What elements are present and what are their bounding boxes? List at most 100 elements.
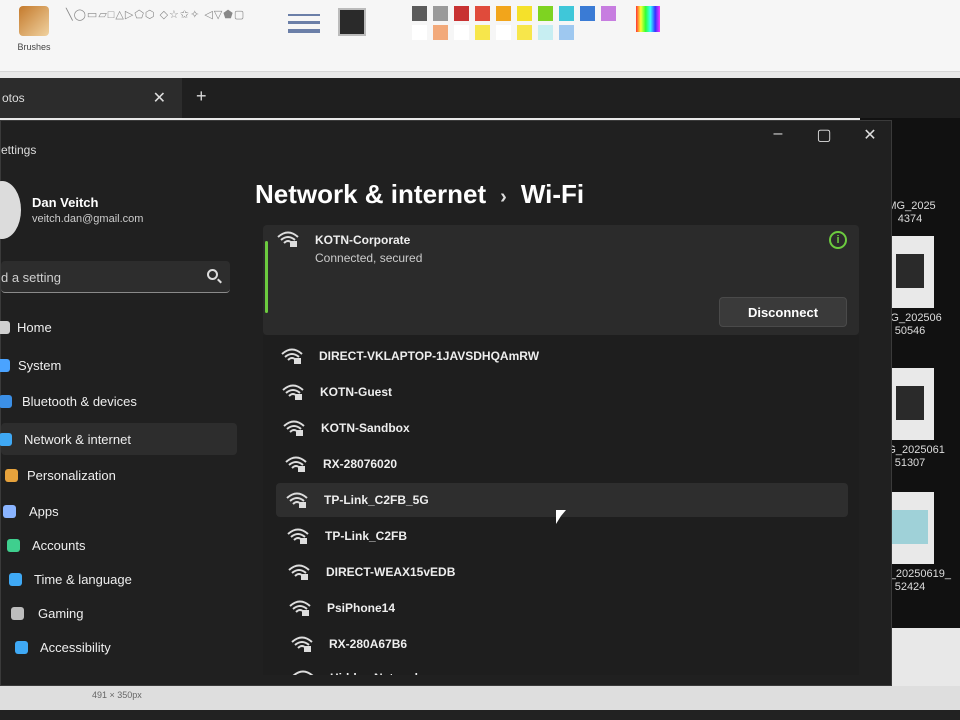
wifi-secured-icon xyxy=(292,670,314,675)
brush-icon xyxy=(19,6,49,36)
search-icon[interactable] xyxy=(207,269,218,280)
network-item[interactable]: KOTN-Sandbox xyxy=(273,411,845,445)
color-swatch[interactable] xyxy=(559,6,574,21)
connection-status: Connected, secured xyxy=(315,251,423,265)
wifi-secured-icon xyxy=(288,564,310,580)
system-icon xyxy=(0,358,10,372)
color-swatch[interactable] xyxy=(496,25,511,40)
chevron-right-icon: › xyxy=(500,186,507,208)
color-swatch[interactable] xyxy=(517,6,532,21)
wifi-icon xyxy=(0,432,12,446)
close-tab-icon[interactable]: ✕ xyxy=(153,88,166,108)
color-swatch[interactable] xyxy=(475,25,490,40)
apps-icon xyxy=(3,504,16,518)
person-icon xyxy=(7,538,20,552)
sidebar-item-label: Network & internet xyxy=(24,431,131,447)
breadcrumb: Network & internet › Wi-Fi xyxy=(255,179,584,210)
shapes-gallery[interactable]: ╲◯▭▱□△▷⬠⬡ ◇☆✩✧ ◁▽⬟▢ xyxy=(66,6,266,64)
profile-email: veitch.dan@gmail.com xyxy=(32,213,144,225)
sidebar-item-accounts[interactable]: Accounts xyxy=(1,529,237,561)
taskbar xyxy=(0,710,960,720)
color-swatch[interactable] xyxy=(454,25,469,40)
sidebar-item-network-internet[interactable]: Network & internet xyxy=(0,423,237,455)
color-swatch[interactable] xyxy=(517,25,532,40)
network-item[interactable]: Hidden Network xyxy=(282,661,854,675)
sidebar-item-personalization[interactable]: Personalization xyxy=(1,459,237,491)
color-swatch[interactable] xyxy=(538,6,553,21)
color-swatch[interactable] xyxy=(433,6,448,21)
network-item[interactable]: PsiPhone14 xyxy=(279,591,851,625)
sidebar-item-time-language[interactable]: Time & language xyxy=(1,563,237,595)
network-name: TP-Link_C2FB_5G xyxy=(324,493,429,507)
wifi-secured-icon xyxy=(287,528,309,544)
minimize-icon[interactable]: – xyxy=(763,125,793,143)
sidebar-item-accessibility[interactable]: Accessibility xyxy=(1,631,237,663)
brushes-button[interactable]: Brushes xyxy=(12,6,56,52)
sidebar-item-label: Time & language xyxy=(34,571,132,587)
sidebar-item-label: Personalization xyxy=(27,467,116,483)
bluetooth-icon xyxy=(0,394,12,408)
photos-tab-bar: otos ✕ + xyxy=(0,78,960,118)
sidebar-item-label: Apps xyxy=(29,503,59,519)
avatar xyxy=(0,181,21,239)
color-swatch[interactable] xyxy=(412,25,427,40)
color-swatch[interactable] xyxy=(601,6,616,21)
accessibility-icon xyxy=(15,640,28,654)
sidebar-item-label: Bluetooth & devices xyxy=(22,393,137,409)
wifi-secured-icon xyxy=(286,492,308,508)
home-icon xyxy=(0,320,10,334)
network-item[interactable]: DIRECT-VKLAPTOP-1JAVSDHQAmRW xyxy=(271,339,843,373)
wifi-secured-icon xyxy=(282,384,304,400)
network-item[interactable]: KOTN-Guest xyxy=(272,375,844,409)
thumbnail-image xyxy=(886,236,934,308)
settings-window: ettings – ▢ ✕ Dan Veitch veitch.dan@gmai… xyxy=(0,120,892,686)
thumbnail-image xyxy=(886,492,934,564)
brushes-label: Brushes xyxy=(17,42,51,52)
sidebar-item-label: Gaming xyxy=(38,605,84,621)
color-palette[interactable] xyxy=(412,6,628,40)
paint-ribbon: Brushes ╲◯▭▱□△▷⬠⬡ ◇☆✩✧ ◁▽⬟▢ xyxy=(0,0,960,72)
network-item[interactable]: DIRECT-WEAX15vEDB xyxy=(278,555,850,589)
network-name: KOTN-Sandbox xyxy=(321,421,410,435)
size-selector[interactable] xyxy=(288,14,320,38)
wifi-secured-icon xyxy=(281,348,303,364)
new-tab-icon[interactable]: + xyxy=(196,86,207,107)
connected-network-card[interactable]: KOTN-Corporate Connected, secured i Disc… xyxy=(263,225,859,335)
wifi-secured-icon xyxy=(277,231,299,247)
color-swatch[interactable] xyxy=(412,6,427,21)
edit-colors-button[interactable] xyxy=(636,6,660,32)
network-name: DIRECT-WEAX15vEDB xyxy=(326,565,456,579)
network-item[interactable]: TP-Link_C2FB xyxy=(277,519,849,553)
network-name: RX-280A67B6 xyxy=(329,637,408,651)
color-swatch[interactable] xyxy=(559,25,574,40)
thumbnail-image xyxy=(886,368,934,440)
sidebar-item-apps[interactable]: Apps xyxy=(1,495,237,527)
profile-name: Dan Veitch xyxy=(32,195,99,210)
maximize-icon[interactable]: ▢ xyxy=(809,125,839,145)
user-profile[interactable]: Dan Veitch veitch.dan@gmail.com xyxy=(0,181,241,241)
network-name: PsiPhone14 xyxy=(327,601,396,615)
color-swatch[interactable] xyxy=(475,6,490,21)
color-swatch[interactable] xyxy=(538,25,553,40)
color-swatch[interactable] xyxy=(496,6,511,21)
breadcrumb-parent[interactable]: Network & internet xyxy=(255,179,486,209)
sidebar-item-home[interactable]: Home xyxy=(0,311,237,343)
color-swatch[interactable] xyxy=(454,6,469,21)
available-networks-list: DIRECT-VKLAPTOP-1JAVSDHQAmRW KOTN-Guest KO… xyxy=(263,335,859,675)
image-size-readout: 491 × 350px xyxy=(92,690,142,700)
network-item[interactable]: RX-280A67B6 xyxy=(281,627,853,661)
info-icon[interactable]: i xyxy=(829,231,847,249)
disconnect-button[interactable]: Disconnect xyxy=(719,297,847,327)
settings-search-input[interactable]: d a setting xyxy=(1,261,230,293)
window-title: ettings xyxy=(1,143,37,157)
sidebar-item-bluetooth-devices[interactable]: Bluetooth & devices xyxy=(0,385,237,417)
color-swatch[interactable] xyxy=(433,25,448,40)
sidebar-item-gaming[interactable]: Gaming xyxy=(1,597,237,629)
color-swatch[interactable] xyxy=(580,6,595,21)
close-icon[interactable]: ✕ xyxy=(855,125,885,145)
color1-swatch[interactable] xyxy=(338,8,366,36)
sidebar-item-system[interactable]: System xyxy=(0,349,237,381)
network-item[interactable]: RX-28076020 xyxy=(275,447,847,481)
wifi-secured-icon xyxy=(283,420,305,436)
photos-tab[interactable]: otos ✕ xyxy=(0,78,182,118)
